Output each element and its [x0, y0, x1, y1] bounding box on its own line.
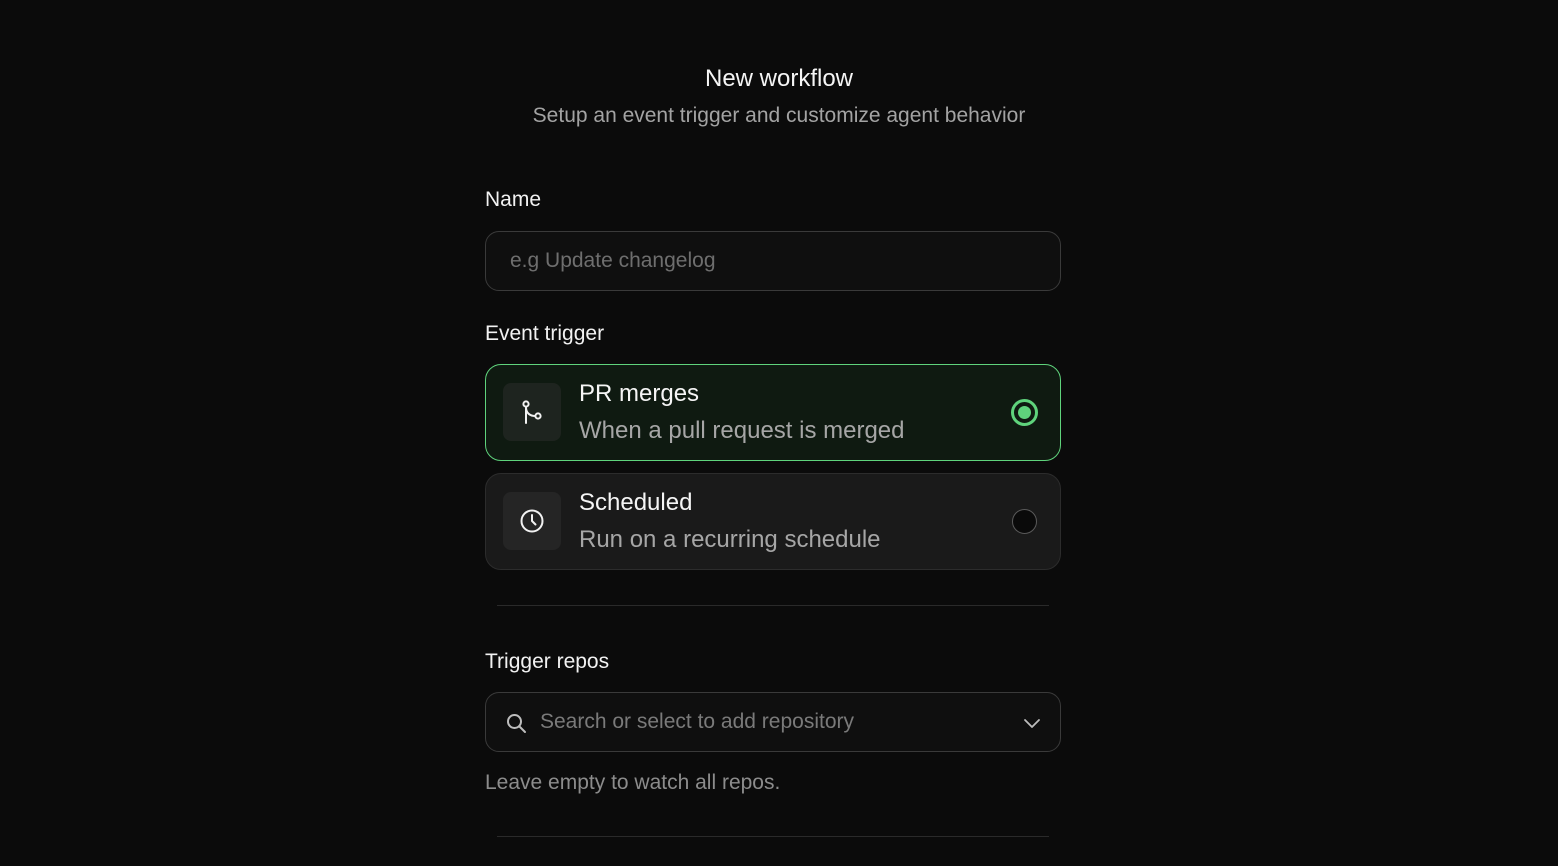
chevron-down-icon — [1024, 719, 1040, 728]
event-trigger-label: Event trigger — [485, 322, 605, 345]
new-workflow-page: New workflow Setup an event trigger and … — [0, 0, 1558, 866]
trigger-option-title: Scheduled — [579, 489, 693, 516]
clock-icon — [503, 492, 561, 550]
section-divider — [497, 836, 1049, 837]
radio-selected[interactable] — [1011, 399, 1038, 426]
repository-select[interactable]: Search or select to add repository — [485, 692, 1061, 752]
name-label: Name — [485, 188, 542, 211]
trigger-option-pr-merges[interactable]: PR merges When a pull request is merged — [485, 364, 1061, 461]
trigger-repos-label: Trigger repos — [485, 650, 610, 673]
trigger-option-description: When a pull request is merged — [579, 417, 905, 444]
trigger-option-scheduled[interactable]: Scheduled Run on a recurring schedule — [485, 473, 1061, 570]
trigger-option-title: PR merges — [579, 380, 700, 407]
name-input[interactable] — [485, 231, 1061, 291]
page-header: New workflow Setup an event trigger and … — [0, 62, 1558, 130]
section-divider — [497, 605, 1049, 606]
repository-select-placeholder: Search or select to add repository — [540, 710, 854, 733]
radio-dot — [1018, 406, 1031, 419]
search-icon — [507, 714, 526, 733]
trigger-option-description: Run on a recurring schedule — [579, 526, 881, 553]
page-title: New workflow — [704, 65, 854, 92]
page-subtitle: Setup an event trigger and customize age… — [532, 104, 1026, 127]
radio-unselected[interactable] — [1012, 509, 1037, 534]
git-merge-icon — [503, 383, 561, 441]
trigger-repos-hint: Leave empty to watch all repos. — [485, 771, 781, 794]
